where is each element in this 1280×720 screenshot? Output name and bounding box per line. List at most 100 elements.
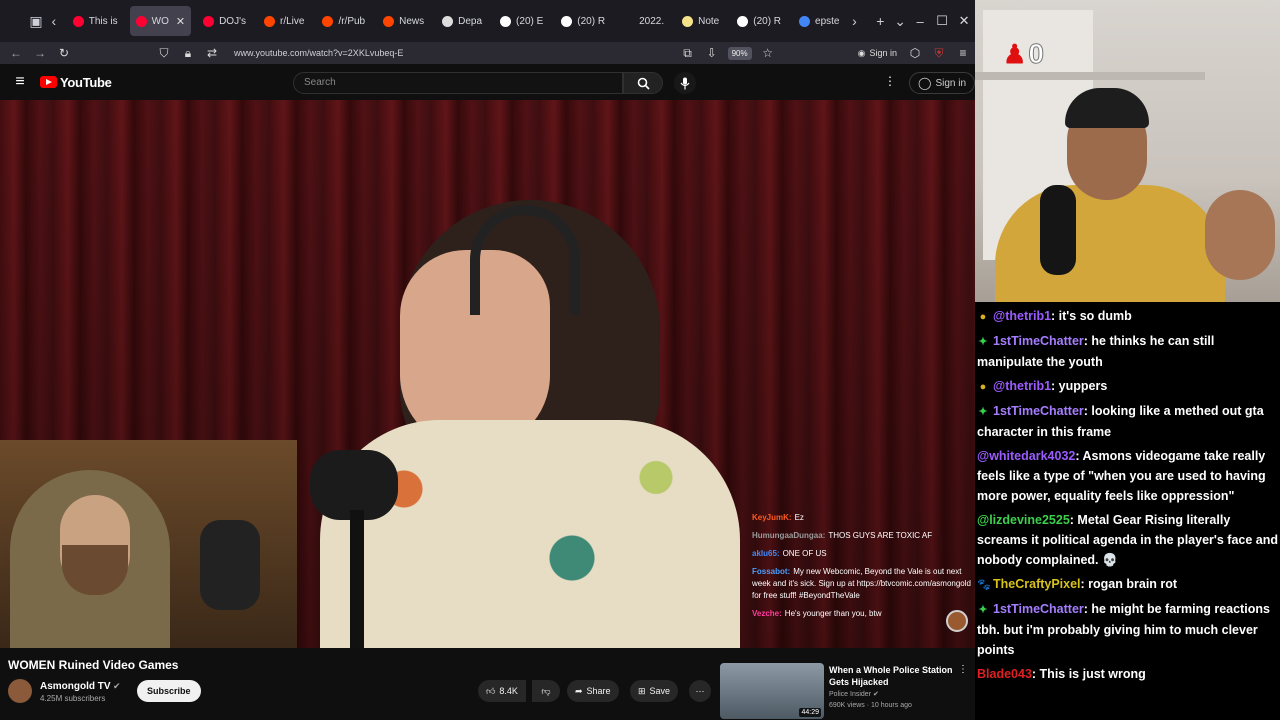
- browser-tab[interactable]: WO ✕: [129, 6, 192, 36]
- browser-tab[interactable]: /r/Pub: [316, 6, 371, 36]
- tab-label: (20) R: [577, 15, 606, 27]
- search-button[interactable]: [623, 72, 663, 94]
- tab-label: r/Live: [279, 15, 305, 27]
- lock-icon[interactable]: 🔒︎: [176, 42, 200, 64]
- video-chat-username: KeyJumK:: [752, 513, 792, 522]
- url-field[interactable]: www.youtube.com/watch?v=2XKLvubeq-E: [234, 48, 676, 58]
- tab-favicon-icon: [72, 15, 84, 27]
- download-page-icon[interactable]: ⇩: [700, 42, 724, 64]
- tab-favicon-icon: [682, 15, 694, 27]
- browser-tab[interactable]: epste: [793, 6, 845, 36]
- browser-tab[interactable]: Depa: [436, 6, 488, 36]
- chat-text: : This is just wrong: [1031, 667, 1146, 681]
- channel-name[interactable]: Asmongold TV: [40, 681, 111, 692]
- like-count: 8.4K: [499, 686, 518, 696]
- video-player[interactable]: KeyJumK: Ez HumungaaDungaa: THOS GUYS ARE T…: [0, 100, 975, 648]
- chat-username[interactable]: @lizdevine2525: [977, 513, 1070, 527]
- chat-username[interactable]: 1stTimeChatter: [993, 404, 1084, 418]
- youtube-play-icon: [40, 76, 57, 88]
- ublock-icon[interactable]: ⛨: [927, 42, 951, 64]
- close-window-icon[interactable]: ✕: [953, 0, 975, 42]
- video-chat-username: HumungaaDungaa:: [752, 531, 826, 540]
- settings-more-icon[interactable]: ⋮: [884, 74, 896, 88]
- browser-tab[interactable]: r/Live: [258, 6, 310, 36]
- tab-favicon-icon: [623, 15, 635, 27]
- youtube-sign-in-button[interactable]: ◯ Sign in: [909, 72, 975, 94]
- chat-username[interactable]: Blade043: [977, 667, 1032, 681]
- video-chat-overlay: KeyJumK: Ez HumungaaDungaa: THOS GUYS ARE T…: [752, 512, 974, 626]
- browser-tab[interactable]: (20) R: [731, 6, 787, 36]
- chat-badge-icon: ●: [979, 311, 987, 323]
- browser-tab[interactable]: DOJ's: [197, 6, 252, 36]
- tab-list-chevron-icon[interactable]: ⌄: [891, 8, 909, 34]
- tab-scroll-left-icon[interactable]: ‹: [45, 8, 63, 34]
- chat-username[interactable]: TheCraftyPixel: [993, 577, 1081, 591]
- voice-search-button[interactable]: [674, 72, 696, 94]
- tab-close-icon[interactable]: ✕: [176, 15, 185, 28]
- video-chat-text: He's younger than you, btw: [784, 609, 882, 618]
- chat-badge-icon: ✦: [978, 336, 988, 348]
- tab-label: (20) E: [516, 15, 544, 27]
- browser-tab[interactable]: This is: [67, 6, 124, 36]
- recommended-video-duration: 44:29: [799, 708, 821, 717]
- share-label: Share: [586, 686, 611, 696]
- chat-username[interactable]: 1stTimeChatter: [993, 334, 1084, 348]
- tab-label: News: [399, 15, 425, 27]
- recommended-video-channel[interactable]: Police Insider ✔: [829, 690, 879, 698]
- person-counter-icon: ♟: [1003, 39, 1027, 69]
- tab-scroll-right-icon[interactable]: ›: [846, 8, 864, 34]
- zoom-level[interactable]: 90%: [727, 46, 752, 60]
- reload-icon[interactable]: ↻: [52, 42, 76, 64]
- browser-menu-icon[interactable]: ≡: [951, 42, 975, 64]
- extensions-icon[interactable]: ⬡: [903, 42, 927, 64]
- navigation-bar: ← → ↻ ⛉ 🔒︎ ⇄ www.youtube.com/watch?v=2XK…: [0, 42, 975, 64]
- youtube-logo-text: YouTube: [60, 74, 112, 90]
- video-chat-message: aklu65: ONE OF US: [752, 548, 974, 560]
- tab-favicon-icon: [442, 15, 454, 27]
- tab-overview-icon[interactable]: ▣: [27, 8, 45, 34]
- hamburger-menu-icon[interactable]: ≡: [0, 73, 40, 91]
- subscribe-button[interactable]: Subscribe: [137, 680, 201, 702]
- chat-username[interactable]: @whitedark4032: [977, 449, 1075, 463]
- streamer-microphone: [1040, 185, 1076, 275]
- youtube-logo[interactable]: YouTube: [40, 75, 112, 90]
- chat-username[interactable]: @thetrib1: [993, 309, 1051, 323]
- browser-tab[interactable]: News: [377, 6, 430, 36]
- chat-badge-icon: 🐾: [977, 579, 991, 591]
- chat-username[interactable]: 1stTimeChatter: [993, 602, 1084, 616]
- tab-favicon-icon: [322, 15, 334, 27]
- picture-in-picture-icon[interactable]: ⧉: [676, 42, 700, 64]
- chat-text: : it's so dumb: [1051, 309, 1132, 323]
- chat-message: ✦ 1stTimeChatter: he might be farming rea…: [977, 599, 1278, 660]
- back-icon[interactable]: ←: [4, 42, 28, 64]
- account-icon: ◉: [857, 47, 866, 58]
- chat-message: @lizdevine2525: Metal Gear Rising litera…: [977, 510, 1278, 570]
- tab-label: 2022.: [639, 15, 665, 27]
- browser-sign-in-label: Sign in: [869, 48, 897, 58]
- minimize-icon[interactable]: –: [909, 0, 931, 42]
- browser-tab[interactable]: (20) R: [555, 6, 611, 36]
- more-actions-button[interactable]: ⋯: [689, 680, 711, 702]
- browser-tab[interactable]: 2022.: [617, 6, 670, 36]
- recommended-video-thumbnail[interactable]: 44:29: [720, 663, 824, 719]
- save-button[interactable]: ⊞ Save: [630, 680, 679, 702]
- bookmark-star-icon[interactable]: ☆: [756, 42, 780, 64]
- recommended-video-title[interactable]: When a Whole Police Station Gets Hijacke…: [829, 664, 954, 688]
- shield-icon[interactable]: ⛉: [152, 42, 176, 64]
- forward-icon[interactable]: →: [28, 42, 52, 64]
- browser-tab[interactable]: (20) E: [494, 6, 549, 36]
- new-tab-icon[interactable]: +: [871, 8, 889, 34]
- like-button[interactable]: 👍︎ 8.4K: [478, 680, 526, 702]
- chat-username[interactable]: @thetrib1: [993, 379, 1051, 393]
- share-button[interactable]: ➦ Share: [567, 680, 619, 702]
- browser-tab[interactable]: Note: [676, 6, 725, 36]
- recommended-video-menu-icon[interactable]: ⋮: [958, 664, 968, 675]
- maximize-icon[interactable]: ☐: [931, 0, 953, 42]
- browser-sign-in[interactable]: ◉ Sign in: [858, 48, 897, 59]
- tab-label: WO: [151, 15, 169, 27]
- chat-message: 🐾 TheCraftyPixel: rogan brain rot: [977, 574, 1278, 595]
- search-input[interactable]: Search: [293, 72, 623, 94]
- permissions-icon[interactable]: ⇄: [200, 42, 224, 64]
- dislike-button[interactable]: 👎︎: [532, 680, 560, 702]
- channel-avatar[interactable]: [8, 679, 32, 703]
